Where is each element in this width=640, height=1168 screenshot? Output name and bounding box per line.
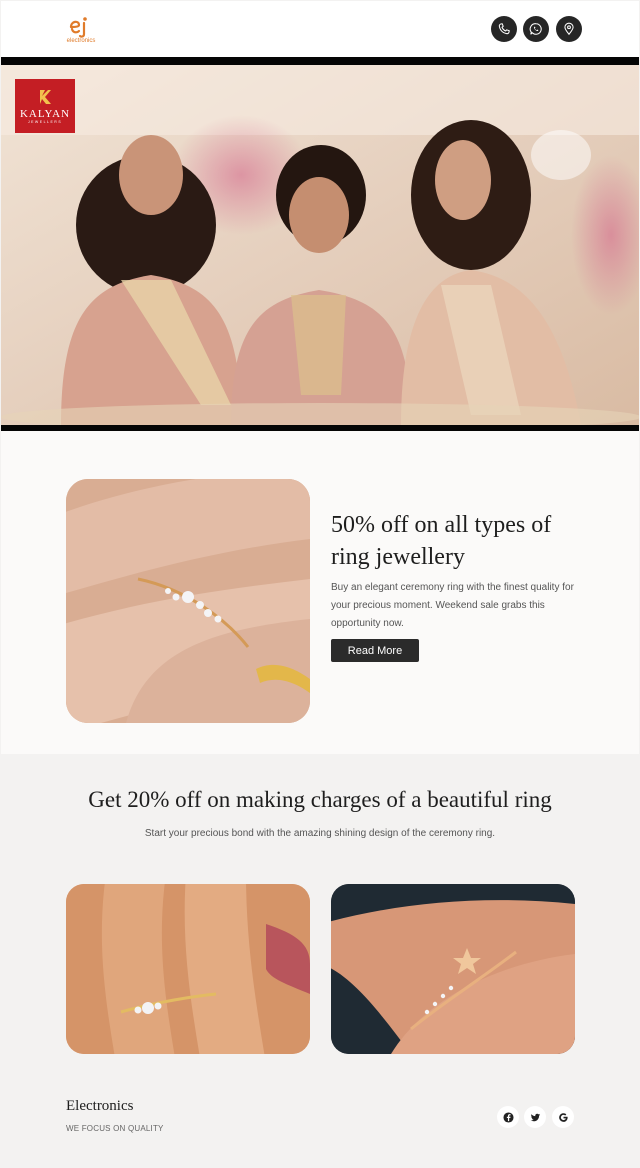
phone-button[interactable]: [491, 16, 517, 42]
ring-image-card: [331, 884, 575, 1054]
ring-image-card: [66, 884, 310, 1054]
twitter-icon: [530, 1113, 540, 1121]
site-header: electronics: [1, 1, 639, 57]
brand-badge: KALYAN JEWELLERS: [15, 79, 75, 133]
footer-tagline: WE FOCUS ON QUALITY: [66, 1124, 164, 1133]
whatsapp-icon: [529, 23, 542, 35]
footer-title: Electronics: [66, 1098, 134, 1114]
whatsapp-button[interactable]: [523, 16, 549, 42]
hero-image: [1, 65, 639, 425]
header-divider: [1, 57, 639, 65]
making-charges-section: Get 20% off on making charges of a beaut…: [1, 754, 639, 1167]
facebook-link[interactable]: [497, 1106, 519, 1128]
section-subtitle: Start your precious bond with the amazin…: [144, 828, 496, 839]
hero-divider: [1, 425, 639, 431]
google-link[interactable]: [552, 1106, 574, 1128]
offer-description: Buy an elegant ceremony ring with the fi…: [331, 582, 574, 629]
offer-title: 50% off on all types of ring jewellery: [331, 512, 552, 570]
section-title: Get 20% off on making charges of a beaut…: [88, 787, 552, 812]
page: electronics KALYAN JEWELLERS 50% off on …: [1, 1, 639, 1167]
location-pin-icon: [564, 22, 574, 36]
brand-logo-icon: [40, 90, 51, 104]
google-icon: [558, 1112, 568, 1122]
location-button[interactable]: [556, 16, 582, 42]
facebook-icon: [502, 1111, 514, 1123]
read-more-button[interactable]: Read More: [331, 639, 419, 662]
phone-icon: [498, 23, 510, 35]
logo-text: electronics: [66, 38, 96, 44]
brand-subtitle: JEWELLERS: [27, 120, 63, 124]
twitter-link[interactable]: [524, 1106, 546, 1128]
hero-banner: KALYAN JEWELLERS: [1, 65, 639, 425]
brand-name: KALYAN: [19, 108, 71, 120]
offer-image: [66, 479, 310, 723]
logo-mark-icon: [69, 17, 87, 38]
site-logo[interactable]: electronics: [59, 13, 103, 49]
